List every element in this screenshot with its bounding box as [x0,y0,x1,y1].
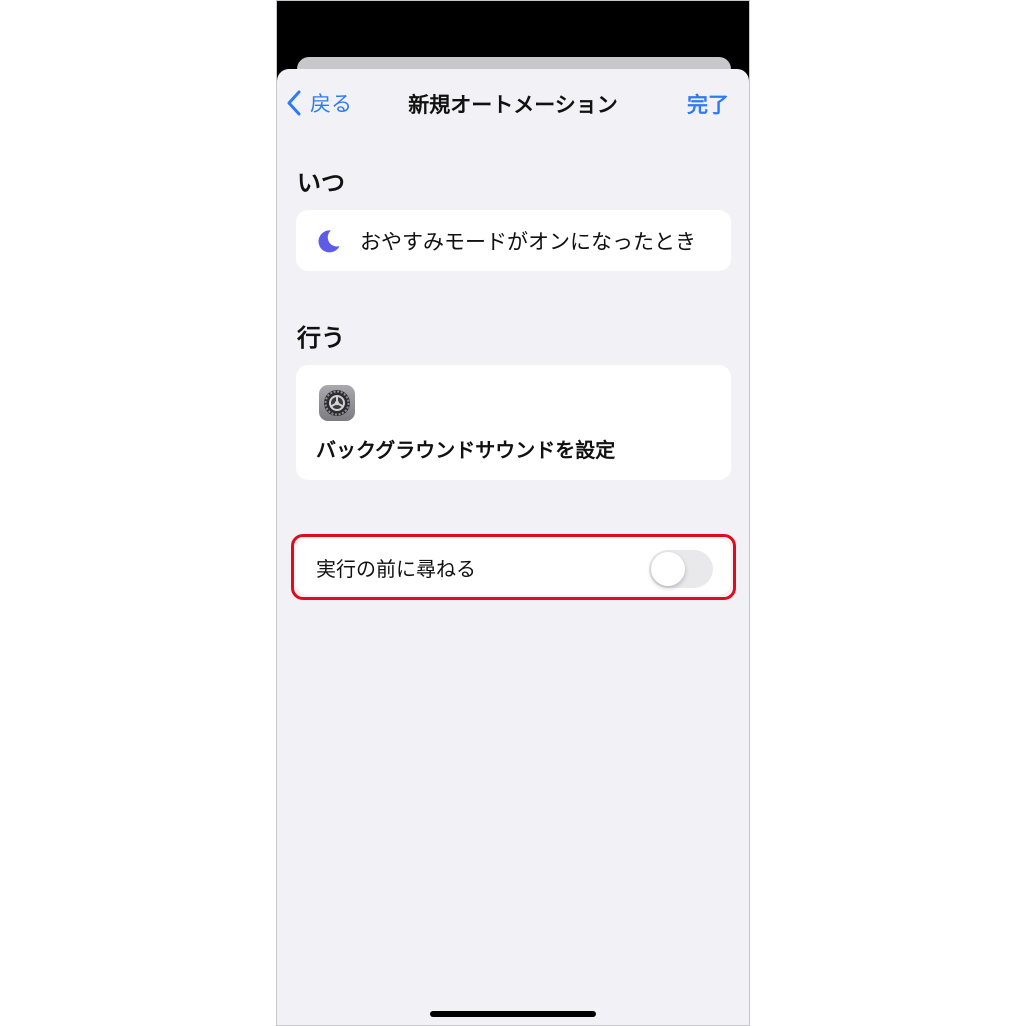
ask-before-running-toggle[interactable] [649,550,713,588]
when-section-title: いつ [297,169,345,197]
ask-before-running-label: 実行の前に尋ねる [316,557,476,581]
toggle-knob [651,552,685,586]
trigger-text: おやすみモードがオンになったとき [360,229,696,254]
automation-sheet: 戻る 新規オートメーション 完了 いつ おやすみモードがオンになったとき 行う [277,69,749,1025]
action-text: バックグラウンドサウンドを設定 [316,438,616,462]
settings-app-icon [319,385,355,421]
gear-icon [324,390,350,416]
page-title: 新規オートメーション [408,93,618,117]
do-section-title: 行う [297,324,345,352]
action-card[interactable]: バックグラウンドサウンドを設定 [296,365,731,480]
phone-screen: 戻る 新規オートメーション 完了 いつ おやすみモードがオンになったとき 行う [276,0,750,1026]
done-button[interactable]: 完了 [687,89,729,119]
home-indicator [430,1011,596,1017]
moon-icon [318,229,340,252]
ask-before-running-row: 実行の前に尋ねる [296,538,731,595]
trigger-card[interactable]: おやすみモードがオンになったとき [296,210,731,271]
navigation-bar: 戻る 新規オートメーション 完了 [277,69,749,139]
